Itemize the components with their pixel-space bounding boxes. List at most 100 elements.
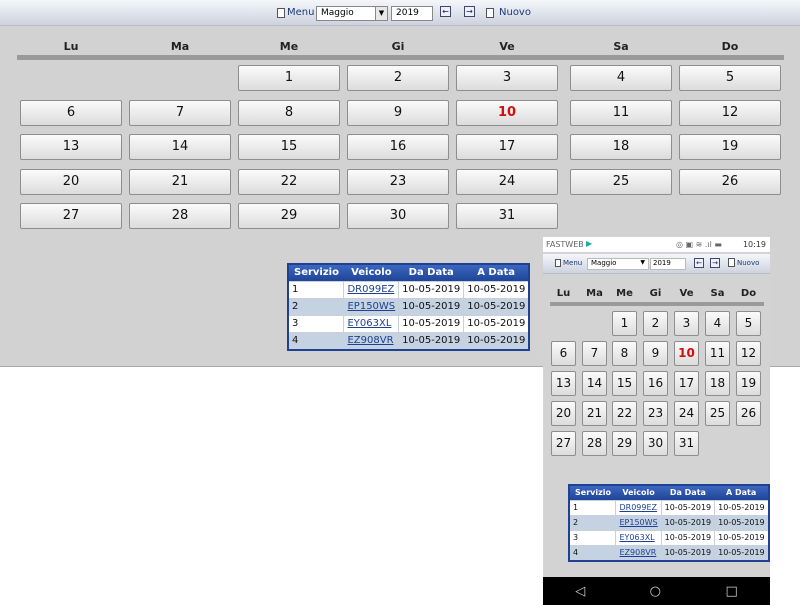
- day-cell-day-22[interactable]: 22: [238, 168, 340, 195]
- day-cell-day-29[interactable]: 29: [238, 203, 340, 229]
- day-cell-day-31[interactable]: 31: [456, 203, 558, 229]
- day-cell-day-3[interactable]: 3: [456, 65, 558, 91]
- back-button[interactable]: ◁: [575, 584, 585, 599]
- day-cell-day-20[interactable]: 20: [20, 168, 122, 195]
- vehicle-link[interactable]: EY063XL: [619, 533, 654, 542]
- vehicle-link[interactable]: EP150WS: [347, 301, 395, 312]
- day-cell-day-30[interactable]: 30: [347, 203, 449, 229]
- day-cell-day-7[interactable]: 7: [129, 99, 231, 126]
- phone-day-cell-day-28[interactable]: 28: [582, 431, 607, 456]
- day-cell-day-14[interactable]: 14: [129, 134, 231, 160]
- next-month-button[interactable]: →: [710, 258, 720, 268]
- year-input[interactable]: 2019: [650, 258, 686, 270]
- month-select[interactable]: Maggio ▼: [587, 258, 649, 270]
- phone-day-cell-day-5[interactable]: 5: [736, 311, 761, 336]
- day-cell-day-16[interactable]: 16: [347, 134, 449, 160]
- next-month-button[interactable]: →: [464, 6, 475, 17]
- table-cell: 10-05-2019: [660, 545, 716, 562]
- day-cell-day-12[interactable]: 12: [679, 99, 781, 126]
- recents-button[interactable]: □: [725, 584, 737, 599]
- phone-day-cell-day-24[interactable]: 24: [674, 401, 699, 426]
- table-cell: 3: [568, 530, 617, 546]
- home-button[interactable]: ○: [650, 584, 661, 599]
- column-header: A Data: [463, 264, 530, 282]
- day-cell-day-4[interactable]: 4: [570, 65, 672, 91]
- day-cell-day-1[interactable]: 1: [238, 65, 340, 91]
- play-icon: ▶: [586, 239, 593, 248]
- phone-day-cell-day-10[interactable]: 10: [674, 341, 699, 366]
- day-cell-day-5[interactable]: 5: [679, 65, 781, 91]
- phone-day-cell-day-25[interactable]: 25: [705, 401, 730, 426]
- phone-day-cell-day-23[interactable]: 23: [643, 401, 668, 426]
- phone-day-cell-day-16[interactable]: 16: [643, 371, 668, 396]
- phone-day-cell-day-19[interactable]: 19: [736, 371, 761, 396]
- day-cell-day-10[interactable]: 10: [456, 99, 558, 126]
- vehicle-link[interactable]: EY063XL: [347, 318, 391, 329]
- table-cell: 10-05-2019: [714, 545, 770, 562]
- new-link[interactable]: Nuovo: [486, 7, 531, 18]
- day-cell-day-8[interactable]: 8: [238, 99, 340, 126]
- day-cell-day-18[interactable]: 18: [570, 134, 672, 160]
- phone-day-cell-day-14[interactable]: 14: [582, 371, 607, 396]
- day-cell-day-28[interactable]: 28: [129, 203, 231, 229]
- prev-month-button[interactable]: ←: [440, 6, 451, 17]
- phone-day-cell-day-13[interactable]: 13: [551, 371, 576, 396]
- vehicle-cell: DR099EZ: [615, 500, 662, 516]
- table-cell: 10-05-2019: [660, 500, 716, 516]
- phone-day-cell-day-27[interactable]: 27: [551, 431, 576, 456]
- phone-day-cell-day-6[interactable]: 6: [551, 341, 576, 366]
- day-cell-day-21[interactable]: 21: [129, 168, 231, 195]
- prev-month-button[interactable]: ←: [694, 258, 704, 268]
- month-select[interactable]: Maggio ▼: [316, 6, 388, 21]
- phone-day-cell-day-17[interactable]: 17: [674, 371, 699, 396]
- phone-day-cell-day-8[interactable]: 8: [612, 341, 637, 366]
- phone-day-cell-day-20[interactable]: 20: [551, 401, 576, 426]
- vehicle-cell: DR099EZ: [343, 281, 400, 299]
- phone-day-cell-day-3[interactable]: 3: [674, 311, 699, 336]
- day-cell-day-23[interactable]: 23: [347, 168, 449, 195]
- vehicle-cell: EZ908VR: [615, 545, 662, 562]
- phone-day-cell-day-26[interactable]: 26: [736, 401, 761, 426]
- day-cell-day-9[interactable]: 9: [347, 99, 449, 126]
- day-cell-day-26[interactable]: 26: [679, 168, 781, 195]
- new-link[interactable]: Nuovo: [728, 258, 759, 267]
- vehicle-link[interactable]: EZ908VR: [347, 335, 393, 346]
- phone-day-cell-day-22[interactable]: 22: [612, 401, 637, 426]
- phone-day-cell-day-11[interactable]: 11: [705, 341, 730, 366]
- day-cell-day-15[interactable]: 15: [238, 134, 340, 160]
- year-input[interactable]: 2019: [391, 6, 433, 21]
- day-cell-day-6[interactable]: 6: [20, 99, 122, 126]
- day-cell-day-24[interactable]: 24: [456, 168, 558, 195]
- table-cell: 10-05-2019: [714, 515, 770, 531]
- table-cell: 3: [287, 315, 345, 333]
- menu-link[interactable]: Menu: [277, 7, 314, 18]
- phone-day-cell-day-30[interactable]: 30: [643, 431, 668, 456]
- vehicle-link[interactable]: DR099EZ: [347, 284, 394, 295]
- vehicle-link[interactable]: DR099EZ: [619, 503, 657, 512]
- day-cell-day-2[interactable]: 2: [347, 65, 449, 91]
- day-cell-day-19[interactable]: 19: [679, 134, 781, 160]
- day-cell-day-17[interactable]: 17: [456, 134, 558, 160]
- phone-day-cell-day-4[interactable]: 4: [705, 311, 730, 336]
- table-cell: 10-05-2019: [398, 332, 465, 351]
- phone-day-cell-day-18[interactable]: 18: [705, 371, 730, 396]
- toolbar: Menu Maggio ▼ 2019 ← → Nuovo: [0, 0, 800, 26]
- menu-link[interactable]: Menu: [555, 259, 582, 267]
- day-cell-day-25[interactable]: 25: [570, 168, 672, 195]
- column-header: Veicolo: [343, 264, 399, 282]
- day-cell-day-13[interactable]: 13: [20, 134, 122, 160]
- phone-day-cell-day-12[interactable]: 12: [736, 341, 761, 366]
- phone-day-cell-day-29[interactable]: 29: [612, 431, 637, 456]
- phone-day-cell-day-9[interactable]: 9: [643, 341, 668, 366]
- phone-day-cell-day-1[interactable]: 1: [612, 311, 637, 336]
- vehicle-link[interactable]: EZ908VR: [619, 548, 656, 557]
- day-cell-day-27[interactable]: 27: [20, 203, 122, 229]
- vehicle-link[interactable]: EP150WS: [619, 518, 657, 527]
- phone-day-cell-day-15[interactable]: 15: [612, 371, 637, 396]
- phone-day-cell-day-7[interactable]: 7: [582, 341, 607, 366]
- phone-day-cell-day-31[interactable]: 31: [674, 431, 699, 456]
- phone-day-cell-day-21[interactable]: 21: [582, 401, 607, 426]
- day-cell-day-11[interactable]: 11: [570, 99, 672, 126]
- table-cell: 10-05-2019: [660, 530, 716, 546]
- phone-day-cell-day-2[interactable]: 2: [643, 311, 668, 336]
